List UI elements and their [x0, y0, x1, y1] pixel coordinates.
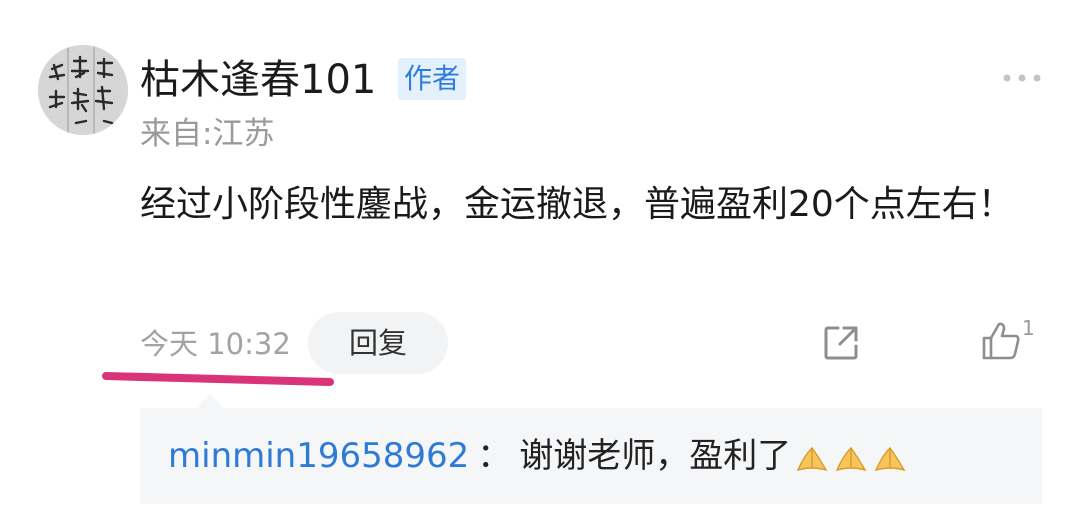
folded-hands-emoji-icon: [797, 446, 828, 471]
avatar[interactable]: [38, 45, 128, 135]
reply-username[interactable]: minmin19658962: [168, 436, 469, 476]
highlight-underline-mark: [102, 372, 334, 386]
location-text: 来自:江苏: [140, 116, 275, 152]
like-button[interactable]: 1: [980, 316, 1040, 364]
like-count: 1: [1022, 316, 1035, 340]
reply-text: 谢谢老师，盈利了: [519, 436, 792, 476]
reply-separator: ：: [477, 436, 512, 476]
author-badge: 作者: [398, 58, 466, 100]
reply-button[interactable]: 回复: [308, 312, 448, 374]
reply-box-pointer: [196, 394, 224, 408]
more-dots-icon[interactable]: [1002, 70, 1042, 86]
post-timestamp: 今天 10:32: [140, 327, 291, 361]
folded-hands-emoji-icon: [875, 446, 906, 471]
post-content: 经过小阶段性鏖战，金运撤退，普遍盈利20个点左右！: [140, 184, 1014, 225]
thumbs-up-icon: [982, 322, 1020, 360]
reply-box: minmin19658962：谢谢老师，盈利了: [140, 408, 1042, 504]
share-icon[interactable]: [822, 324, 860, 362]
avatar-calligraphy-image: [38, 45, 128, 135]
author-name[interactable]: 枯木逢春101: [140, 52, 376, 108]
folded-hands-emoji-icon: [836, 446, 867, 471]
reply-item[interactable]: minmin19658962：谢谢老师，盈利了: [168, 432, 908, 480]
